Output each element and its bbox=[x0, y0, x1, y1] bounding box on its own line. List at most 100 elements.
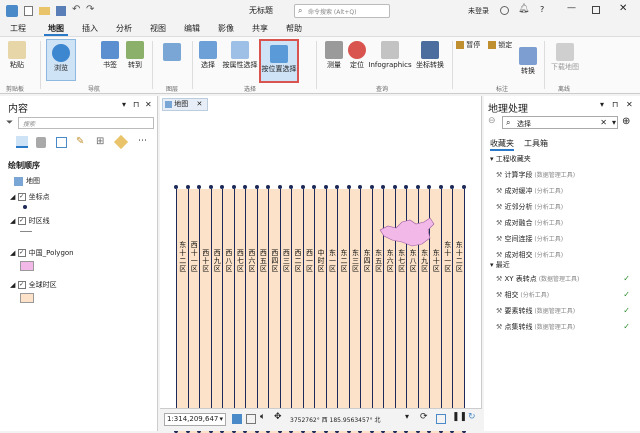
tab-insert[interactable]: 插入 bbox=[78, 22, 102, 36]
timezone-strip[interactable]: 西一区 bbox=[302, 189, 315, 433]
redo-icon[interactable]: ↷ bbox=[86, 4, 94, 15]
goto-button[interactable]: 转到 bbox=[124, 41, 146, 70]
map-view[interactable]: 地图 ✕ 东十二区 西十一区 西十区 西九区 西八区 西七区 西六区 西五区 西四区 西三区 西二区… bbox=[160, 96, 482, 433]
visibility-checkbox[interactable]: ✓ bbox=[17, 281, 26, 289]
pane-menu-icon[interactable]: ▾ bbox=[122, 100, 126, 109]
chevron-down-icon[interactable]: ▾ bbox=[612, 118, 616, 127]
infographics-button[interactable]: Infographics bbox=[368, 41, 412, 70]
tool-item[interactable]: ⚒ XY 表转点 (数据管理工具) ✓ bbox=[496, 274, 636, 284]
tool-item[interactable]: ⚒ 计算字段 (数据管理工具) bbox=[496, 170, 636, 180]
minimize-icon[interactable]: — bbox=[567, 3, 576, 13]
tab-map[interactable]: 地图 bbox=[44, 22, 68, 36]
timezone-strip[interactable]: 西九区 bbox=[210, 189, 223, 433]
command-search[interactable]: ⌕ 命令搜索 (Alt+Q) bbox=[294, 4, 390, 18]
pane-menu-icon[interactable]: ▾ bbox=[600, 100, 604, 109]
user-icon[interactable] bbox=[500, 6, 509, 15]
close-icon[interactable]: ✕ bbox=[619, 3, 627, 14]
timezone-strip[interactable]: 西二区 bbox=[291, 189, 303, 433]
map-node[interactable]: 地图 bbox=[14, 176, 40, 186]
refresh-map-icon[interactable]: ↻ bbox=[468, 412, 476, 422]
tab-analysis[interactable]: 分析 bbox=[112, 22, 136, 36]
pane-close-icon[interactable]: ✕ bbox=[626, 100, 633, 109]
expand-icon[interactable]: ◢ bbox=[10, 281, 18, 289]
help-button[interactable]: ? bbox=[540, 5, 544, 14]
map-tab[interactable]: 地图 ✕ bbox=[162, 98, 208, 111]
timezone-strip[interactable]: 东十二区 bbox=[176, 189, 188, 433]
paste-button[interactable]: 粘贴 bbox=[4, 41, 30, 70]
download-map-button[interactable]: 下载地图 bbox=[548, 43, 582, 72]
source-icon[interactable] bbox=[36, 137, 46, 148]
timezone-strip[interactable]: 西八区 bbox=[222, 189, 234, 433]
expand-icon[interactable]: ◢ bbox=[10, 249, 18, 257]
new-icon[interactable] bbox=[24, 6, 33, 16]
scale-select[interactable]: 1:314,209,647 ▾ bbox=[164, 413, 226, 426]
recent-heading[interactable]: ▾ 最近 bbox=[490, 260, 510, 270]
layer-timezone-lines[interactable]: ◢ ✓ 时区线 bbox=[10, 216, 50, 226]
layer-button[interactable] bbox=[160, 43, 184, 63]
timezone-strip[interactable]: 西六区 bbox=[245, 189, 257, 433]
pane-pin-icon[interactable]: ⊓ bbox=[133, 100, 139, 109]
add-icon[interactable]: ⊕ bbox=[622, 116, 630, 127]
bell-icon[interactable]: 🔔︎ bbox=[518, 4, 529, 14]
visibility-checkbox[interactable]: ✓ bbox=[17, 217, 26, 225]
pause-drawing-icon[interactable]: ❚❚ bbox=[452, 412, 467, 422]
expand-icon[interactable]: ◢ bbox=[10, 217, 18, 225]
timezone-strip[interactable]: 西十一区 bbox=[187, 189, 200, 433]
timezone-strip[interactable]: 西十区 bbox=[199, 189, 211, 433]
map-tab-close-icon[interactable]: ✕ bbox=[196, 100, 202, 108]
clear-icon[interactable]: ✕ bbox=[600, 118, 607, 127]
visibility-checkbox[interactable]: ✓ bbox=[17, 249, 26, 257]
editing-icon[interactable]: ✎ bbox=[76, 136, 84, 147]
bookmarks-button[interactable]: 书签 bbox=[96, 41, 124, 70]
coord-dropdown-icon[interactable]: ▾ bbox=[405, 412, 409, 421]
tool-item[interactable]: ⚒ 成对相交 (分析工具) bbox=[496, 250, 636, 260]
selection-count-icon[interactable] bbox=[436, 414, 446, 424]
timezone-strip[interactable]: 西七区 bbox=[233, 189, 246, 433]
tool-item[interactable]: ⚒ 空间连接 (分析工具) bbox=[496, 234, 636, 244]
explore-button[interactable]: 浏览 bbox=[46, 39, 76, 81]
timezone-strip[interactable]: 东二区 bbox=[337, 189, 349, 433]
move-icon[interactable]: ✥ bbox=[274, 412, 282, 422]
label-convert-button[interactable]: 转换 bbox=[516, 47, 540, 76]
tab-toolboxes[interactable]: 工具箱 bbox=[524, 138, 548, 149]
undo-icon[interactable]: ↶ bbox=[72, 4, 80, 15]
select-by-location-button[interactable]: 按位置选择 bbox=[259, 39, 299, 83]
tab-view[interactable]: 视图 bbox=[146, 22, 170, 36]
pause-button[interactable]: 暂停 bbox=[456, 41, 488, 50]
expand-icon[interactable]: ◢ bbox=[10, 193, 18, 201]
pane-close-icon[interactable]: ✕ bbox=[145, 100, 152, 109]
tab-edit[interactable]: 编辑 bbox=[180, 22, 204, 36]
refresh-icon[interactable]: ⟳ bbox=[420, 412, 428, 422]
timezone-strip[interactable]: 东十一区 bbox=[440, 189, 453, 433]
open-icon[interactable] bbox=[39, 7, 50, 15]
tool-item[interactable]: ⚒ 相交 (分析工具) ✓ bbox=[496, 290, 636, 300]
timezone-strip[interactable]: 东一区 bbox=[325, 189, 338, 433]
contents-search-input[interactable]: 搜索 bbox=[18, 117, 154, 129]
visibility-checkbox[interactable]: ✓ bbox=[17, 193, 26, 201]
tab-share[interactable]: 共享 bbox=[248, 22, 272, 36]
maximize-icon[interactable] bbox=[592, 6, 600, 14]
selection-icon[interactable] bbox=[56, 137, 67, 148]
timezone-strip[interactable]: 西四区 bbox=[268, 189, 280, 433]
timezone-strip[interactable]: 西三区 bbox=[279, 189, 292, 433]
tab-project[interactable]: 工程 bbox=[6, 22, 30, 36]
timezone-strip[interactable]: 东十二区 bbox=[452, 189, 464, 433]
coordinate-conversion-button[interactable]: 坐标转换 bbox=[412, 41, 448, 70]
back-icon[interactable]: ⊖ bbox=[488, 116, 496, 126]
layer-global-timezones[interactable]: ◢ ✓ 全球时区 bbox=[10, 280, 57, 290]
layer-coordinate-points[interactable]: ◢ ✓ 坐标点 bbox=[10, 192, 50, 202]
snapping-icon[interactable]: ⊞ bbox=[96, 136, 104, 147]
speaker-icon[interactable]: 🔈︎ bbox=[260, 412, 265, 422]
draw-order-icon[interactable] bbox=[16, 136, 28, 148]
user-status[interactable]: 未登录 bbox=[468, 6, 489, 16]
filter-icon[interactable]: ⏷ bbox=[6, 118, 13, 128]
timezone-strip[interactable]: 中时区 bbox=[314, 189, 326, 433]
measure-button[interactable]: 测量 bbox=[322, 41, 346, 70]
save-icon[interactable] bbox=[56, 6, 66, 16]
tab-help[interactable]: 帮助 bbox=[282, 22, 306, 36]
tab-favorites[interactable]: 收藏夹 bbox=[490, 138, 514, 151]
tool-item[interactable]: ⚒ 成对融合 (分析工具) bbox=[496, 218, 636, 228]
tool-item[interactable]: ⚒ 成对缓冲 (分析工具) bbox=[496, 186, 636, 196]
locate-button[interactable]: 定位 bbox=[346, 41, 368, 70]
project-favorites-heading[interactable]: ▾ 工程收藏夹 bbox=[490, 154, 531, 164]
